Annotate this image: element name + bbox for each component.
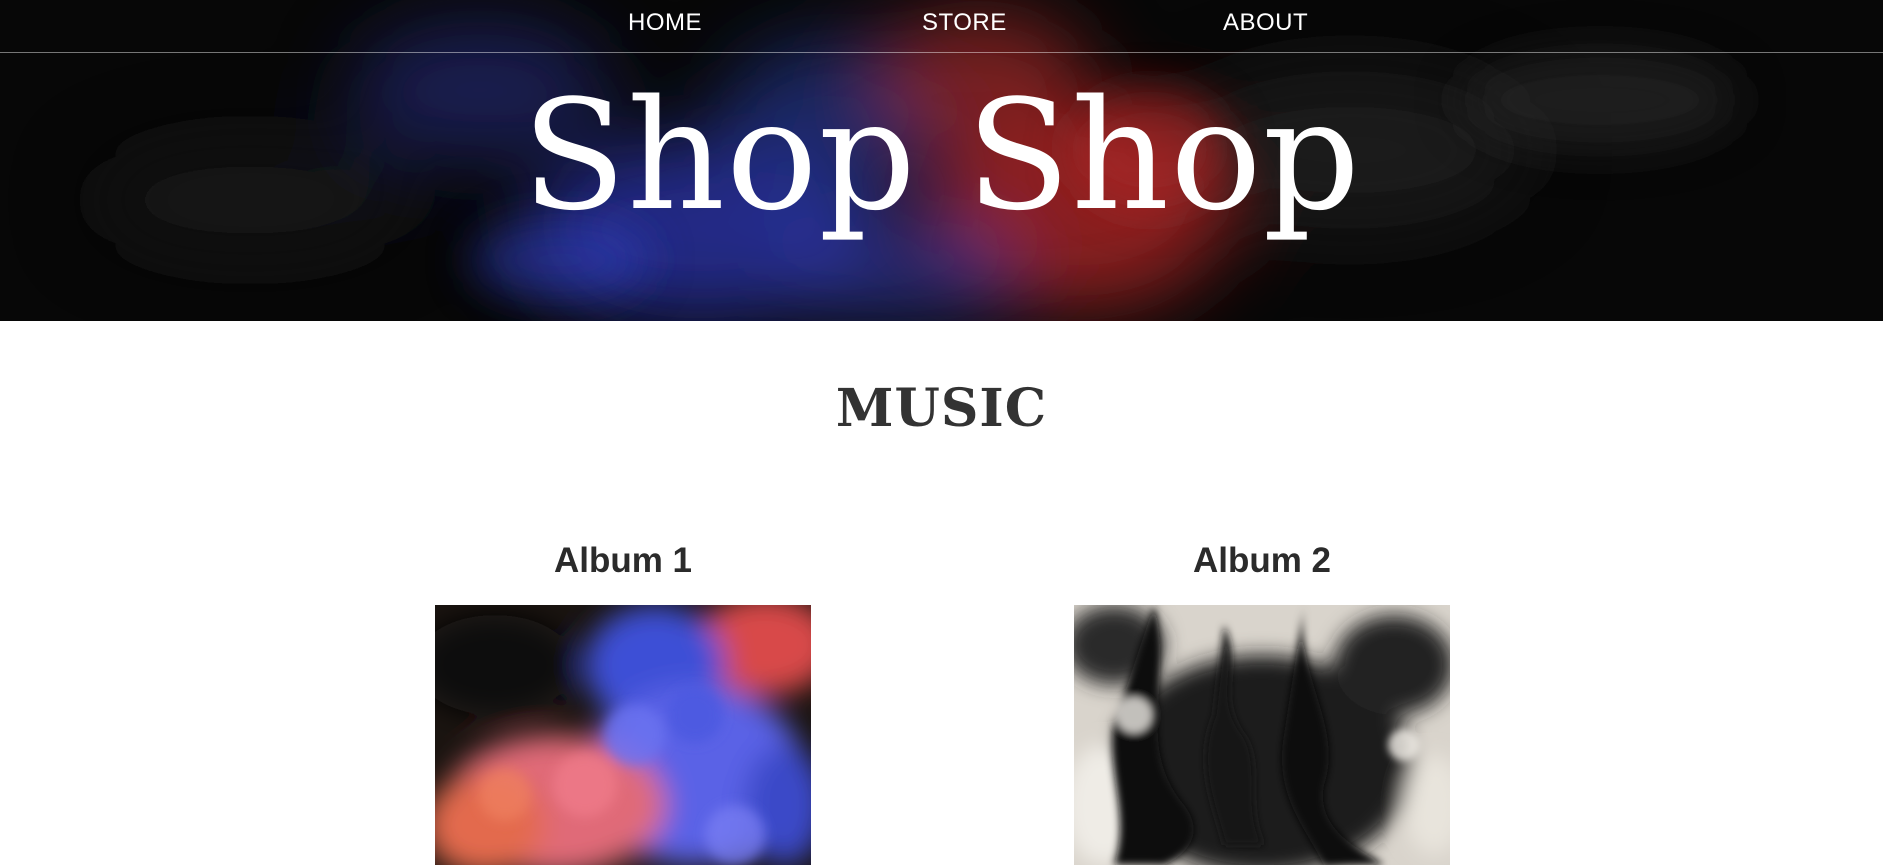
nav-home-link[interactable]: HOME	[628, 9, 702, 37]
album-title: Album 1	[553, 541, 693, 580]
section-title: MUSIC	[835, 378, 1048, 439]
top-navigation: HOME STORE ABOUT	[0, 0, 1883, 53]
nav-about-link[interactable]: ABOUT	[1223, 9, 1308, 37]
site-header: HOME STORE ABOUT Shop Shop	[0, 0, 1883, 321]
album-cover-image[interactable]	[1074, 605, 1450, 865]
album-card: Album 2	[1074, 536, 1450, 865]
album-title: Album 2	[1192, 541, 1332, 580]
album-card: Album 1	[435, 536, 811, 865]
nav-store-link[interactable]: STORE	[922, 9, 1007, 37]
site-title: Shop Shop	[522, 67, 1361, 244]
album-cover-image[interactable]	[435, 605, 811, 865]
